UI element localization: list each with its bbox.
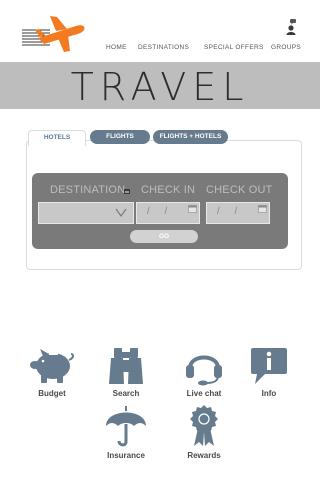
umbrella-icon [106, 406, 146, 447]
service-budget[interactable]: Budget [22, 346, 82, 398]
tab-flights-hotels[interactable]: FLIGHTS + HOTELS [153, 130, 228, 144]
service-live-chat[interactable]: Live chat [174, 346, 234, 398]
service-live-chat-label: Live chat [186, 389, 222, 398]
tab-hotels[interactable]: HOTELS [28, 130, 86, 146]
nav-special-offers[interactable]: SPECIAL OFFERS [204, 44, 264, 51]
go-button[interactable]: GO [130, 230, 198, 243]
nav-groups[interactable]: GROUPS [271, 44, 301, 51]
checkout-date-input[interactable]: / / [206, 202, 270, 224]
service-search-label: Search [112, 389, 140, 398]
chevron-down-icon [115, 208, 127, 217]
tab-flights[interactable]: FLIGHTS [90, 130, 150, 144]
checkout-label: CHECK OUT [206, 184, 273, 196]
calendar-icon [124, 181, 130, 194]
binoculars-icon [109, 348, 143, 384]
piggy-bank-icon [30, 349, 75, 383]
calendar-icon[interactable] [258, 205, 267, 213]
calendar-icon[interactable] [188, 205, 197, 213]
nav-home[interactable]: HOME [106, 44, 127, 51]
destination-select[interactable] [38, 202, 134, 224]
page-title: TRAVEL [70, 65, 250, 109]
service-insurance[interactable]: Insurance [96, 404, 156, 460]
checkout-date-value: / / [217, 206, 244, 217]
service-info[interactable]: Info [239, 346, 299, 398]
hero-banner: TRAVEL [0, 62, 320, 109]
service-search[interactable]: Search [96, 346, 156, 398]
ribbon-award-icon [190, 405, 218, 446]
checkin-label: CHECK IN [141, 184, 196, 196]
main-nav: HOME DESTINATIONS SPECIAL OFFERS GROUPS [0, 44, 320, 56]
service-info-label: Info [261, 389, 277, 398]
nav-destinations[interactable]: DESTINATIONS [138, 44, 189, 51]
user-icon[interactable] [285, 18, 299, 36]
destination-label: DESTINATION [50, 184, 126, 196]
headset-icon [186, 355, 222, 386]
service-rewards[interactable]: Rewards [174, 404, 234, 460]
service-budget-label: Budget [38, 389, 66, 398]
checkin-date-value: / / [147, 206, 174, 217]
service-insurance-label: Insurance [107, 451, 145, 460]
service-rewards-label: Rewards [187, 451, 221, 460]
checkin-date-input[interactable]: / / [136, 202, 200, 224]
info-icon [251, 348, 287, 384]
